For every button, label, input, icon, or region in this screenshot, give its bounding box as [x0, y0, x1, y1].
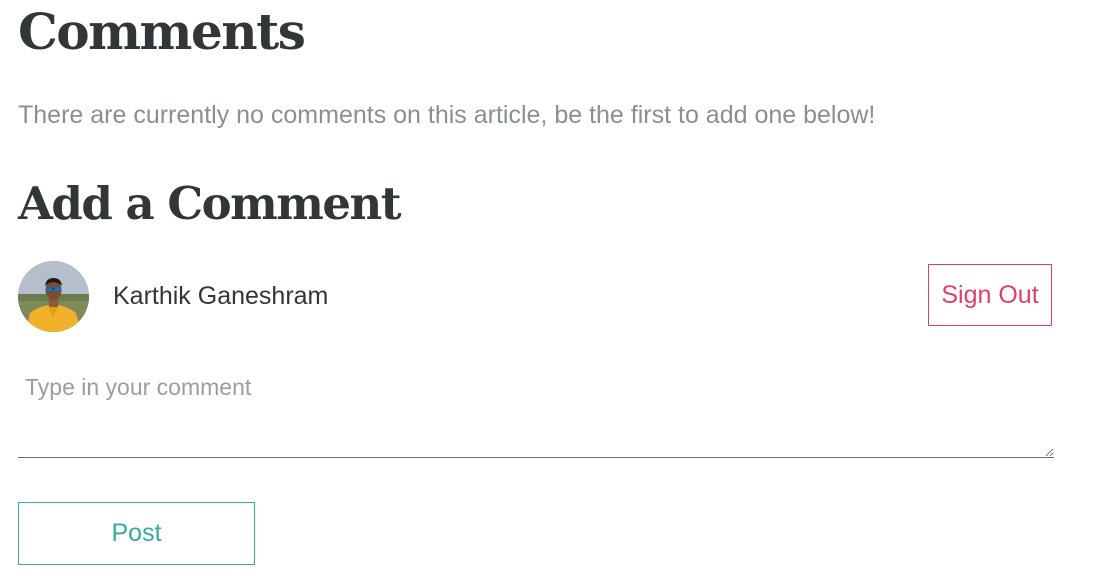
- comments-heading: Comments: [18, 2, 306, 61]
- user-avatar-photo-icon: [18, 261, 89, 332]
- user-name: Karthik Ganeshram: [113, 282, 329, 310]
- post-button[interactable]: Post: [18, 502, 255, 565]
- comment-input[interactable]: [18, 362, 1054, 458]
- user-avatar: [18, 261, 89, 332]
- sign-out-button[interactable]: Sign Out: [928, 264, 1052, 326]
- no-comments-message: There are currently no comments on this …: [18, 101, 876, 129]
- add-comment-heading: Add a Comment: [18, 177, 402, 230]
